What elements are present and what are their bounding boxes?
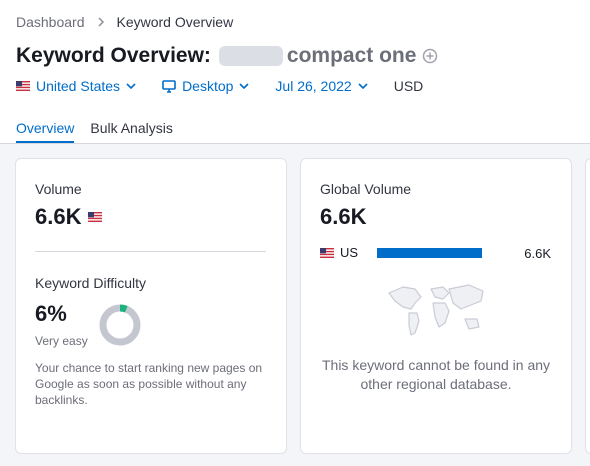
country-row-us: US	[320, 245, 358, 260]
filters-bar: United States Desktop Jul 26, 2022 USD	[16, 78, 423, 94]
volume-value-row: 6.6K	[35, 204, 103, 230]
breadcrumb: Dashboard Keyword Overview	[16, 14, 233, 30]
plus-circle-icon[interactable]	[422, 48, 438, 64]
difficulty-ring	[99, 304, 141, 346]
world-map-icon	[388, 284, 484, 336]
tab-overview[interactable]: Overview	[16, 120, 75, 143]
us-flag-icon	[320, 247, 334, 258]
tabs: Overview Bulk Analysis	[16, 120, 189, 143]
global-volume-value: 6.6K	[320, 204, 367, 229]
difficulty-level: Very easy	[35, 334, 88, 348]
chevron-down-icon	[239, 83, 249, 89]
volume-difficulty-card: Volume 6.6K Keyword Difficulty 6% Very e…	[15, 158, 287, 454]
breadcrumb-dashboard-link[interactable]: Dashboard	[16, 14, 85, 30]
currency-label: USD	[393, 78, 424, 94]
chevron-down-icon	[126, 83, 136, 89]
date-label: Jul 26, 2022	[275, 78, 352, 94]
country-code: US	[340, 245, 359, 260]
page-title: Keyword Overview: compact one	[16, 44, 438, 68]
difficulty-value: 6%	[35, 301, 67, 326]
country-volume-bar	[377, 248, 482, 258]
us-flag-icon	[16, 81, 30, 91]
global-volume-card: Global Volume 6.6K US 6.6K This keyword …	[300, 158, 572, 454]
desktop-icon	[162, 79, 176, 93]
redacted-keyword	[218, 46, 283, 66]
next-card	[585, 158, 590, 454]
no-regional-data-message: This keyword cannot be found in any othe…	[321, 357, 551, 392]
divider	[35, 251, 266, 252]
volume-label: Volume	[35, 181, 82, 197]
country-label: United States	[36, 78, 121, 94]
device-selector[interactable]: Desktop	[162, 78, 249, 94]
chevron-down-icon	[358, 83, 368, 89]
page-title-prefix: Keyword Overview:	[16, 44, 211, 67]
breadcrumb-current: Keyword Overview	[116, 14, 234, 30]
date-selector[interactable]: Jul 26, 2022	[275, 78, 368, 94]
page-header: Dashboard Keyword Overview Keyword Overv…	[0, 0, 590, 144]
chevron-right-icon	[97, 17, 105, 27]
difficulty-label: Keyword Difficulty	[35, 275, 147, 291]
page-title-keyword: compact one	[286, 44, 417, 67]
device-label: Desktop	[182, 78, 234, 94]
global-volume-label: Global Volume	[320, 181, 412, 197]
country-volume-value: 6.6K	[524, 246, 551, 261]
country-volume-bar-fill	[377, 248, 482, 258]
difficulty-description: Your chance to start ranking new pages o…	[35, 361, 263, 407]
us-flag-icon	[88, 212, 103, 222]
country-selector[interactable]: United States	[16, 78, 136, 94]
volume-value: 6.6K	[35, 204, 82, 229]
tab-bulk-analysis[interactable]: Bulk Analysis	[90, 120, 172, 142]
